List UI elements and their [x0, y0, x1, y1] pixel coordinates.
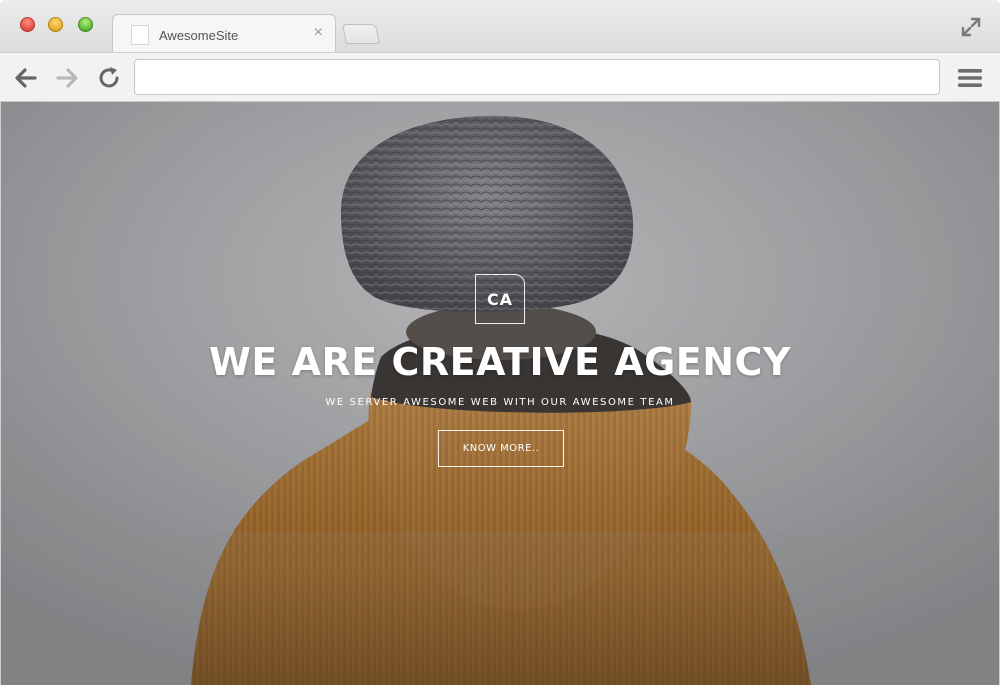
fullscreen-icon[interactable] [960, 16, 982, 38]
page-icon [131, 25, 149, 45]
hero-headline: WE ARE CREATIVE AGENCY [209, 340, 791, 384]
reload-icon[interactable] [96, 65, 122, 91]
browser-window: AwesomeSite × CA WE ARE CREATIVE AGENCY … [0, 0, 1000, 685]
tab-title: AwesomeSite [159, 28, 239, 43]
minimize-window-button[interactable] [48, 17, 63, 32]
back-icon[interactable] [13, 65, 39, 91]
zoom-window-button[interactable] [78, 17, 93, 32]
address-bar[interactable] [134, 59, 940, 95]
title-bar: AwesomeSite × [0, 0, 1000, 53]
forward-icon[interactable] [54, 65, 80, 91]
close-window-button[interactable] [20, 17, 35, 32]
new-tab-button[interactable] [342, 24, 380, 44]
know-more-button[interactable]: KNOW MORE.. [438, 430, 564, 467]
toolbar [0, 52, 1000, 102]
page-viewport: CA WE ARE CREATIVE AGENCY WE SERVER AWES… [1, 102, 999, 685]
menu-icon[interactable] [958, 68, 982, 88]
browser-tab[interactable]: AwesomeSite × [112, 14, 336, 53]
close-tab-icon[interactable]: × [314, 24, 323, 42]
hero-overlay [1, 102, 999, 685]
hero-subheadline: WE SERVER AWESOME WEB WITH OUR AWESOME T… [325, 397, 675, 408]
logo[interactable]: CA [475, 274, 525, 324]
